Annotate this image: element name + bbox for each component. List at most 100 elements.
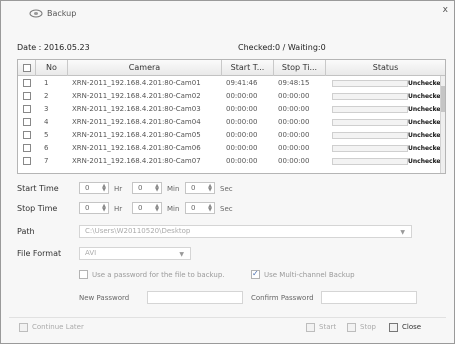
file-format-value: AVI (85, 249, 97, 257)
start-hour-value: 0 (85, 184, 90, 192)
column-header-status[interactable]: Status (326, 60, 445, 76)
confirm-password-label: Confirm Password (251, 294, 314, 302)
close-label: Close (402, 323, 422, 331)
checked-waiting-label: Checked:0 / Waiting:0 (238, 43, 326, 52)
stop-hour-value: 0 (85, 204, 90, 212)
hour-unit-label: Hr (114, 185, 123, 193)
row-camera: XRN-2011_192.168.4.201:80-Cam05 (72, 131, 201, 139)
second-unit-label: Sec (220, 185, 233, 193)
row-progress-bar (332, 119, 408, 126)
file-format-dropdown[interactable]: AVI ▼ (79, 247, 191, 260)
start-icon (306, 322, 315, 332)
row-no: 3 (44, 105, 49, 113)
row-checkbox[interactable] (23, 105, 31, 113)
close-button[interactable]: Close (389, 322, 421, 335)
table-row[interactable]: 5 XRN-2011_192.168.4.201:80-Cam05 00:00:… (18, 130, 445, 141)
row-progress-bar (332, 106, 408, 113)
table-row[interactable]: 6 XRN-2011_192.168.4.201:80-Cam06 00:00:… (18, 143, 445, 154)
row-camera: XRN-2011_192.168.4.201:80-Cam06 (72, 144, 201, 152)
start-button[interactable]: Start (306, 322, 336, 335)
row-status: Unchecked (408, 80, 445, 87)
spinner-arrows-icon[interactable]: ▲ ▼ (208, 184, 212, 193)
row-status: Unchecked (408, 158, 445, 165)
continue-later-button[interactable]: Continue Later (19, 322, 84, 335)
row-progress-bar (332, 93, 408, 100)
start-hour-spinner[interactable]: 0 ▲ ▼ (79, 182, 109, 194)
close-icon[interactable]: x (443, 5, 448, 15)
column-header-no[interactable]: No (36, 60, 68, 76)
spinner-arrows-icon[interactable]: ▲ ▼ (102, 184, 106, 193)
date-label: Date : 2016.05.23 (17, 43, 90, 52)
chevron-down-icon[interactable]: ▼ (179, 249, 184, 259)
row-stop-time: 00:00:00 (278, 105, 310, 113)
row-stop-time: 09:48:15 (278, 79, 310, 87)
table-row[interactable]: 3 XRN-2011_192.168.4.201:80-Cam03 00:00:… (18, 104, 445, 115)
row-checkbox[interactable] (23, 79, 31, 87)
spinner-arrows-icon[interactable]: ▲ ▼ (208, 204, 212, 213)
use-multichannel-checkbox[interactable] (251, 269, 260, 279)
row-checkbox[interactable] (23, 157, 31, 165)
table-row[interactable]: 2 XRN-2011_192.168.4.201:80-Cam02 00:00:… (18, 91, 445, 102)
spinner-arrows-icon[interactable]: ▲ ▼ (155, 204, 159, 213)
title-bar: Backup x (1, 1, 454, 27)
row-progress-bar (332, 80, 408, 87)
second-unit-label: Sec (220, 205, 233, 213)
row-camera: XRN-2011_192.168.4.201:80-Cam03 (72, 105, 201, 113)
stop-button[interactable]: Stop (347, 322, 376, 335)
new-password-input[interactable] (147, 291, 243, 304)
path-label: Path (17, 227, 35, 236)
scrollbar-thumb[interactable] (441, 86, 445, 112)
row-checkbox[interactable] (23, 131, 31, 139)
row-status: Unchecked (408, 106, 445, 113)
row-no: 2 (44, 92, 49, 100)
backup-icon (29, 9, 43, 18)
start-second-value: 0 (191, 184, 196, 192)
start-minute-spinner[interactable]: 0 ▲ ▼ (132, 182, 162, 194)
column-header-camera[interactable]: Camera (68, 60, 222, 76)
chevron-down-icon[interactable]: ▼ (400, 227, 405, 237)
confirm-password-input[interactable] (321, 291, 417, 304)
stop-hour-spinner[interactable]: 0 ▲ ▼ (79, 202, 109, 214)
row-progress-bar (332, 158, 408, 165)
header-select-all[interactable] (18, 60, 36, 76)
select-all-checkbox[interactable] (23, 64, 31, 72)
spinner-arrows-icon[interactable]: ▲ ▼ (102, 204, 106, 213)
start-second-spinner[interactable]: 0 ▲ ▼ (185, 182, 215, 194)
row-checkbox[interactable] (23, 144, 31, 152)
spinner-arrows-icon[interactable]: ▲ ▼ (155, 184, 159, 193)
row-start-time: 00:00:00 (226, 144, 258, 152)
row-no: 1 (44, 79, 49, 87)
row-checkbox[interactable] (23, 118, 31, 126)
footer-divider (9, 317, 446, 318)
start-label: Start (319, 323, 337, 331)
row-camera: XRN-2011_192.168.4.201:80-Cam04 (72, 118, 201, 126)
column-header-stop-time[interactable]: Stop Ti... (274, 60, 326, 76)
row-stop-time: 00:00:00 (278, 92, 310, 100)
stop-label: Stop (360, 323, 376, 331)
stop-second-spinner[interactable]: 0 ▲ ▼ (185, 202, 215, 214)
row-checkbox[interactable] (23, 92, 31, 100)
stop-second-value: 0 (191, 204, 196, 212)
row-camera: XRN-2011_192.168.4.201:80-Cam02 (72, 92, 201, 100)
row-no: 4 (44, 118, 49, 126)
table-scrollbar[interactable] (440, 76, 445, 173)
row-progress-bar (332, 145, 408, 152)
row-status: Unchecked (408, 93, 445, 100)
column-header-start-time[interactable]: Start T... (222, 60, 274, 76)
row-start-time: 00:00:00 (226, 157, 258, 165)
table-row[interactable]: 7 XRN-2011_192.168.4.201:80-Cam07 00:00:… (18, 156, 445, 167)
row-camera: XRN-2011_192.168.4.201:80-Cam01 (72, 79, 201, 87)
row-no: 7 (44, 157, 49, 165)
table-row[interactable]: 1 XRN-2011_192.168.4.201:80-Cam01 09:41:… (18, 78, 445, 89)
row-status: Unchecked (408, 145, 445, 152)
table-row[interactable]: 4 XRN-2011_192.168.4.201:80-Cam04 00:00:… (18, 117, 445, 128)
path-dropdown[interactable]: C:\Users\W20110520\Desktop ▼ (79, 225, 412, 238)
use-password-checkbox[interactable] (79, 270, 88, 279)
row-stop-time: 00:00:00 (278, 131, 310, 139)
stop-minute-spinner[interactable]: 0 ▲ ▼ (132, 202, 162, 214)
checkbox-icon (19, 322, 28, 332)
camera-table: No Camera Start T... Stop Ti... Status 1… (17, 59, 446, 174)
row-start-time: 09:41:46 (226, 79, 258, 87)
stop-minute-value: 0 (138, 204, 143, 212)
table-header: No Camera Start T... Stop Ti... Status (18, 60, 445, 76)
